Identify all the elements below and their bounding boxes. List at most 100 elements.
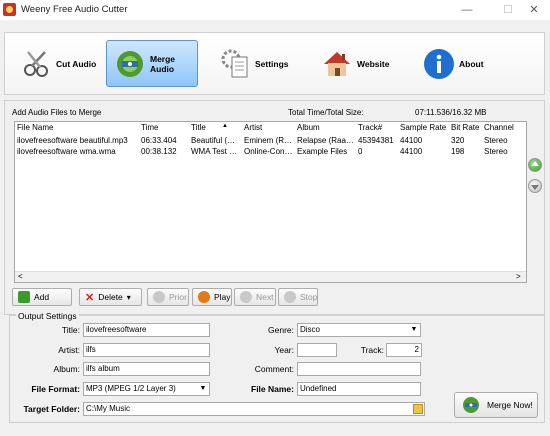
- column-header-file-name[interactable]: File Name: [17, 123, 53, 132]
- table-cell[interactable]: Beautiful (…: [191, 136, 243, 145]
- folder-browse-icon[interactable]: [413, 404, 423, 414]
- settings-button[interactable]: Settings: [212, 40, 300, 87]
- column-header-album[interactable]: Album: [297, 123, 320, 132]
- play-button[interactable]: Play: [192, 288, 232, 306]
- genre-value: Disco: [300, 325, 321, 334]
- genre-label: Genre:: [268, 325, 294, 335]
- merge-now-button[interactable]: Merge Now!: [454, 392, 538, 418]
- settings-icon: [218, 47, 252, 81]
- table-cell[interactable]: 198: [451, 147, 464, 156]
- comment-label: Comment:: [254, 364, 294, 374]
- move-down-icon[interactable]: [528, 179, 542, 193]
- table-cell[interactable]: Relapse (Raa…: [297, 136, 357, 145]
- window-title: Weeny Free Audio Cutter: [21, 4, 128, 15]
- title-bar: Weeny Free Audio Cutter — ☐ ✕: [0, 0, 550, 20]
- merge-panel: Add Audio Files to Merge Total Time/Tota…: [4, 100, 545, 315]
- column-header-channel[interactable]: Channel: [484, 123, 514, 132]
- prior-button[interactable]: Prior: [147, 288, 189, 306]
- main-area: Cut Audio Merge Audio Settings Website A…: [0, 20, 550, 436]
- stop-icon: [284, 291, 296, 303]
- about-label: About: [459, 58, 484, 69]
- app-icon: [3, 3, 16, 16]
- chevron-down-icon: ▼: [410, 326, 418, 333]
- table-cell[interactable]: WMA Test …: [191, 147, 243, 156]
- file-list[interactable]: File Name Time Title ▲ Artist Album Trac…: [14, 121, 527, 283]
- merge-audio-icon: [113, 47, 147, 81]
- column-header-sample-rate[interactable]: Sample Rate: [400, 123, 446, 132]
- table-cell[interactable]: 44100: [400, 136, 422, 145]
- table-cell[interactable]: 00:38.132: [141, 147, 177, 156]
- chevron-down-icon: ▼: [199, 385, 207, 392]
- title-field[interactable]: ilovefreesoftware: [83, 323, 210, 337]
- table-cell[interactable]: 0: [358, 147, 362, 156]
- info-icon: [422, 47, 456, 81]
- artist-label: Artist:: [58, 345, 80, 355]
- horizontal-scrollbar[interactable]: < >: [15, 271, 526, 282]
- play-label: Play: [214, 292, 231, 302]
- file-name-label: File Name:: [251, 384, 294, 394]
- file-format-label: File Format:: [31, 384, 80, 394]
- table-cell[interactable]: Example Files: [297, 147, 357, 156]
- prior-icon: [153, 291, 165, 303]
- column-header-track[interactable]: Track#: [358, 123, 382, 132]
- scroll-left-button[interactable]: <: [18, 272, 23, 281]
- merge-audio-button[interactable]: Merge Audio: [106, 40, 198, 87]
- stop-button[interactable]: Stop: [278, 288, 318, 306]
- track-field[interactable]: 2: [386, 343, 422, 357]
- column-header-title[interactable]: Title: [191, 123, 206, 132]
- delete-button[interactable]: ✕ Delete ▾: [79, 288, 142, 306]
- about-button[interactable]: About: [416, 40, 496, 87]
- scroll-right-button[interactable]: >: [516, 272, 521, 281]
- total-label: Total Time/Total Size:: [288, 108, 364, 117]
- table-cell[interactable]: 320: [451, 136, 464, 145]
- track-label: Track:: [360, 345, 384, 355]
- target-folder-label: Target Folder:: [23, 404, 80, 414]
- settings-label: Settings: [255, 58, 289, 69]
- target-folder-field[interactable]: C:\My Music: [83, 402, 425, 416]
- cut-audio-button[interactable]: Cut Audio: [13, 40, 101, 87]
- delete-x-icon: ✕: [85, 291, 95, 304]
- comment-field[interactable]: [297, 362, 421, 376]
- output-settings-title: Output Settings: [16, 311, 79, 321]
- scissors-icon: [19, 47, 53, 81]
- table-cell[interactable]: Online-Con…: [244, 147, 296, 156]
- stop-label: Stop: [300, 292, 318, 302]
- column-header-bit-rate[interactable]: Bit Rate: [451, 123, 479, 132]
- album-field[interactable]: ilfs album: [83, 362, 210, 376]
- next-label: Next: [256, 292, 274, 302]
- table-cell[interactable]: ilovefreesoftware beautiful.mp3: [17, 136, 139, 145]
- table-cell[interactable]: Stereo: [484, 147, 508, 156]
- move-up-icon[interactable]: [528, 158, 542, 172]
- genre-select[interactable]: Disco ▼: [297, 323, 421, 337]
- website-button[interactable]: Website: [314, 40, 402, 87]
- table-cell[interactable]: Stereo: [484, 136, 508, 145]
- column-header-artist[interactable]: Artist: [244, 123, 262, 132]
- sort-arrow-icon: ▲: [222, 123, 228, 129]
- table-cell[interactable]: 44100: [400, 147, 422, 156]
- table-cell[interactable]: 06:33.404: [141, 136, 177, 145]
- maximize-button[interactable]: ☐: [496, 2, 520, 18]
- merge-heading: Add Audio Files to Merge: [12, 108, 102, 117]
- merge-now-icon: [461, 395, 481, 415]
- close-button[interactable]: ✕: [522, 2, 546, 18]
- table-cell[interactable]: 45394381: [358, 136, 394, 145]
- delete-dropdown-icon: ▾: [126, 292, 131, 302]
- year-label: Year:: [274, 345, 294, 355]
- year-field[interactable]: [297, 343, 337, 357]
- add-button[interactable]: Add: [12, 288, 72, 306]
- minimize-button[interactable]: —: [455, 2, 479, 18]
- toolbar: Cut Audio Merge Audio Settings Website A…: [4, 32, 545, 95]
- file-format-select[interactable]: MP3 (MPEG 1/2 Layer 3) ▼: [83, 382, 210, 396]
- table-cell[interactable]: Eminem (R…: [244, 136, 296, 145]
- file-name-field[interactable]: Undefined: [297, 382, 421, 396]
- file-format-value: MP3 (MPEG 1/2 Layer 3): [86, 384, 176, 393]
- merge-now-label: Merge Now!: [487, 400, 533, 410]
- next-icon: [240, 291, 252, 303]
- artist-field[interactable]: ilfs: [83, 343, 210, 357]
- table-cell[interactable]: ilovefreesoftware wma.wma: [17, 147, 139, 156]
- column-header-time[interactable]: Time: [141, 123, 158, 132]
- target-folder-value: C:\My Music: [86, 404, 130, 413]
- cut-audio-label: Cut Audio: [56, 58, 97, 69]
- next-button[interactable]: Next: [234, 288, 276, 306]
- total-value: 07:11.536/16.32 MB: [415, 108, 487, 117]
